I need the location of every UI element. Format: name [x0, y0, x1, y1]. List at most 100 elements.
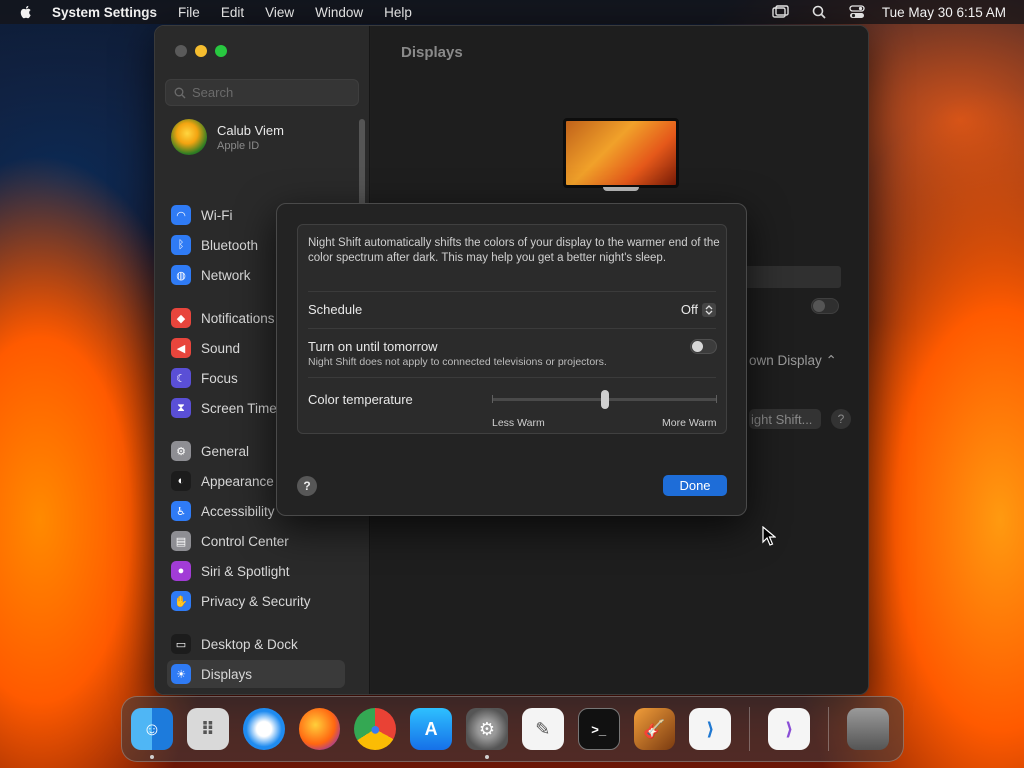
display-stand — [603, 187, 639, 191]
hand-icon: ✋ — [171, 591, 191, 611]
less-warm-label: Less Warm — [492, 417, 545, 429]
mouse-cursor-icon — [762, 526, 776, 546]
visual-studio-icon[interactable]: ⟩ — [768, 708, 811, 750]
moon-icon: ☾ — [171, 368, 191, 388]
true-tone-toggle — [811, 298, 839, 314]
schedule-select[interactable]: Off — [681, 302, 716, 317]
speaker-icon: ◀ — [171, 338, 191, 358]
sidebar-item-label: Privacy & Security — [201, 593, 311, 609]
profile-name: Calub Viem — [217, 122, 284, 138]
dock: ☺ ⠿ ✦ ● A ⚙ ✎ >_ 🎸 ⟩ ⟩ — [121, 696, 904, 762]
appearance-icon: ◐ — [171, 471, 191, 491]
menu-help[interactable]: Help — [384, 5, 412, 20]
sidebar-item-label: Appearance — [201, 473, 274, 489]
dock-icon: ▭ — [171, 634, 191, 654]
sidebar-item-label: Network — [201, 267, 251, 283]
launchpad-icon[interactable]: ⠿ — [186, 708, 229, 750]
firefox-icon[interactable] — [298, 708, 341, 750]
menu-edit[interactable]: Edit — [221, 5, 244, 20]
finder-icon[interactable]: ☺ — [131, 708, 173, 759]
turn-on-toggle[interactable] — [690, 339, 717, 354]
gear-icon: ⚙ — [171, 441, 191, 461]
profile-subtitle: Apple ID — [217, 139, 260, 152]
running-indicator — [485, 755, 490, 759]
wifi-icon: ◠ — [171, 205, 191, 225]
sidebar-item-privacy-security[interactable]: ✋ Privacy & Security — [167, 587, 345, 615]
menu-clock[interactable]: Tue May 30 6:15 AM — [882, 5, 1006, 20]
menu-view[interactable]: View — [265, 5, 294, 20]
sidebar-item-label: General — [201, 443, 250, 459]
textedit-icon[interactable]: ✎ — [521, 708, 564, 750]
turn-on-label: Turn on until tomorrow — [308, 339, 438, 354]
running-indicator — [150, 755, 154, 759]
help-button[interactable]: ? — [297, 476, 317, 496]
slider-tick — [716, 395, 717, 403]
menu-file[interactable]: File — [178, 5, 200, 20]
spotlight-search-icon[interactable] — [810, 4, 828, 20]
sidebar-item-label: Wi-Fi — [201, 207, 233, 223]
vscode-icon[interactable]: ⟩ — [689, 708, 732, 750]
sidebar-item-desktop-dock[interactable]: ▭ Desktop & Dock — [167, 630, 345, 658]
night-shift-sheet: Night Shift automatically shifts the col… — [276, 203, 747, 516]
zoom-button[interactable] — [215, 45, 227, 57]
menu-bar: System Settings File Edit View Window He… — [0, 0, 1024, 24]
control-center-icon[interactable] — [848, 4, 866, 20]
wallpaper-icon: ❀ — [171, 694, 191, 695]
safari-icon[interactable]: ✦ — [242, 708, 285, 750]
accessibility-icon: ♿ — [171, 501, 191, 521]
search-placeholder: Search — [192, 85, 234, 100]
sidebar-item-control-center[interactable]: ▤ Control Center — [167, 527, 345, 555]
brightness-slider — [741, 266, 841, 288]
screen-mirroring-icon[interactable] — [772, 4, 790, 20]
trash-icon[interactable] — [847, 708, 889, 750]
sidebar-item-displays[interactable]: ☀ Displays — [167, 660, 345, 688]
night-shift-description: Night Shift automatically shifts the col… — [308, 237, 720, 264]
slider-thumb[interactable] — [600, 390, 609, 409]
sidebar-item-label: Displays — [201, 666, 253, 682]
window-controls — [175, 45, 235, 57]
minimize-button[interactable] — [195, 45, 207, 57]
globe-icon: ◍ — [171, 265, 191, 285]
night-shift-button: ight Shift... — [749, 409, 821, 429]
app-store-icon[interactable]: A — [410, 708, 453, 750]
dock-separator — [749, 707, 751, 751]
display-preview[interactable] — [563, 118, 679, 188]
sidebar-item-label: Bluetooth — [201, 237, 259, 253]
sidebar-item-siri-spotlight[interactable]: ● Siri & Spotlight — [167, 557, 345, 585]
control-center-icon: ▤ — [171, 531, 191, 551]
search-input[interactable]: Search — [165, 79, 359, 106]
divider — [308, 377, 716, 378]
guitar-icon[interactable]: 🎸 — [633, 708, 676, 750]
sidebar-item-label: Control Center — [201, 533, 289, 549]
sidebar-item-label: Notifications — [201, 310, 275, 326]
apple-id-profile[interactable]: Calub Viem Apple ID — [171, 119, 284, 155]
displays-help-button: ? — [831, 409, 851, 429]
hourglass-icon: ⧗ — [171, 398, 191, 418]
bluetooth-icon: ᛒ — [171, 235, 191, 255]
sidebar-item-label: Sound — [201, 340, 241, 356]
menu-window[interactable]: Window — [315, 5, 363, 20]
close-button[interactable] — [175, 45, 187, 57]
apple-menu-icon[interactable] — [18, 4, 34, 20]
chrome-icon[interactable]: ● — [354, 708, 397, 750]
bell-icon: ◆ — [171, 308, 191, 328]
done-button[interactable]: Done — [663, 475, 727, 496]
divider — [308, 328, 716, 329]
color-temperature-label: Color temperature — [308, 392, 413, 407]
turn-on-note: Night Shift does not apply to connected … — [308, 356, 607, 368]
app-menu[interactable]: System Settings — [52, 5, 157, 20]
divider — [308, 291, 716, 292]
sidebar-scrollbar[interactable] — [359, 119, 365, 209]
page-title: Displays — [401, 44, 463, 61]
system-settings-icon[interactable]: ⚙ — [466, 708, 508, 759]
schedule-label: Schedule — [308, 302, 363, 317]
avatar — [171, 119, 207, 155]
schedule-value: Off — [680, 302, 698, 317]
sidebar-item-label: Focus — [201, 370, 238, 386]
terminal-icon[interactable]: >_ — [577, 708, 620, 750]
sidebar-item-label: Screen Time — [201, 400, 277, 416]
sidebar-item-wallpaper[interactable]: ❀Wallpaper — [167, 690, 345, 695]
search-icon — [174, 87, 186, 98]
night-shift-panel: Night Shift automatically shifts the col… — [297, 224, 727, 434]
slider-tick — [492, 395, 493, 403]
